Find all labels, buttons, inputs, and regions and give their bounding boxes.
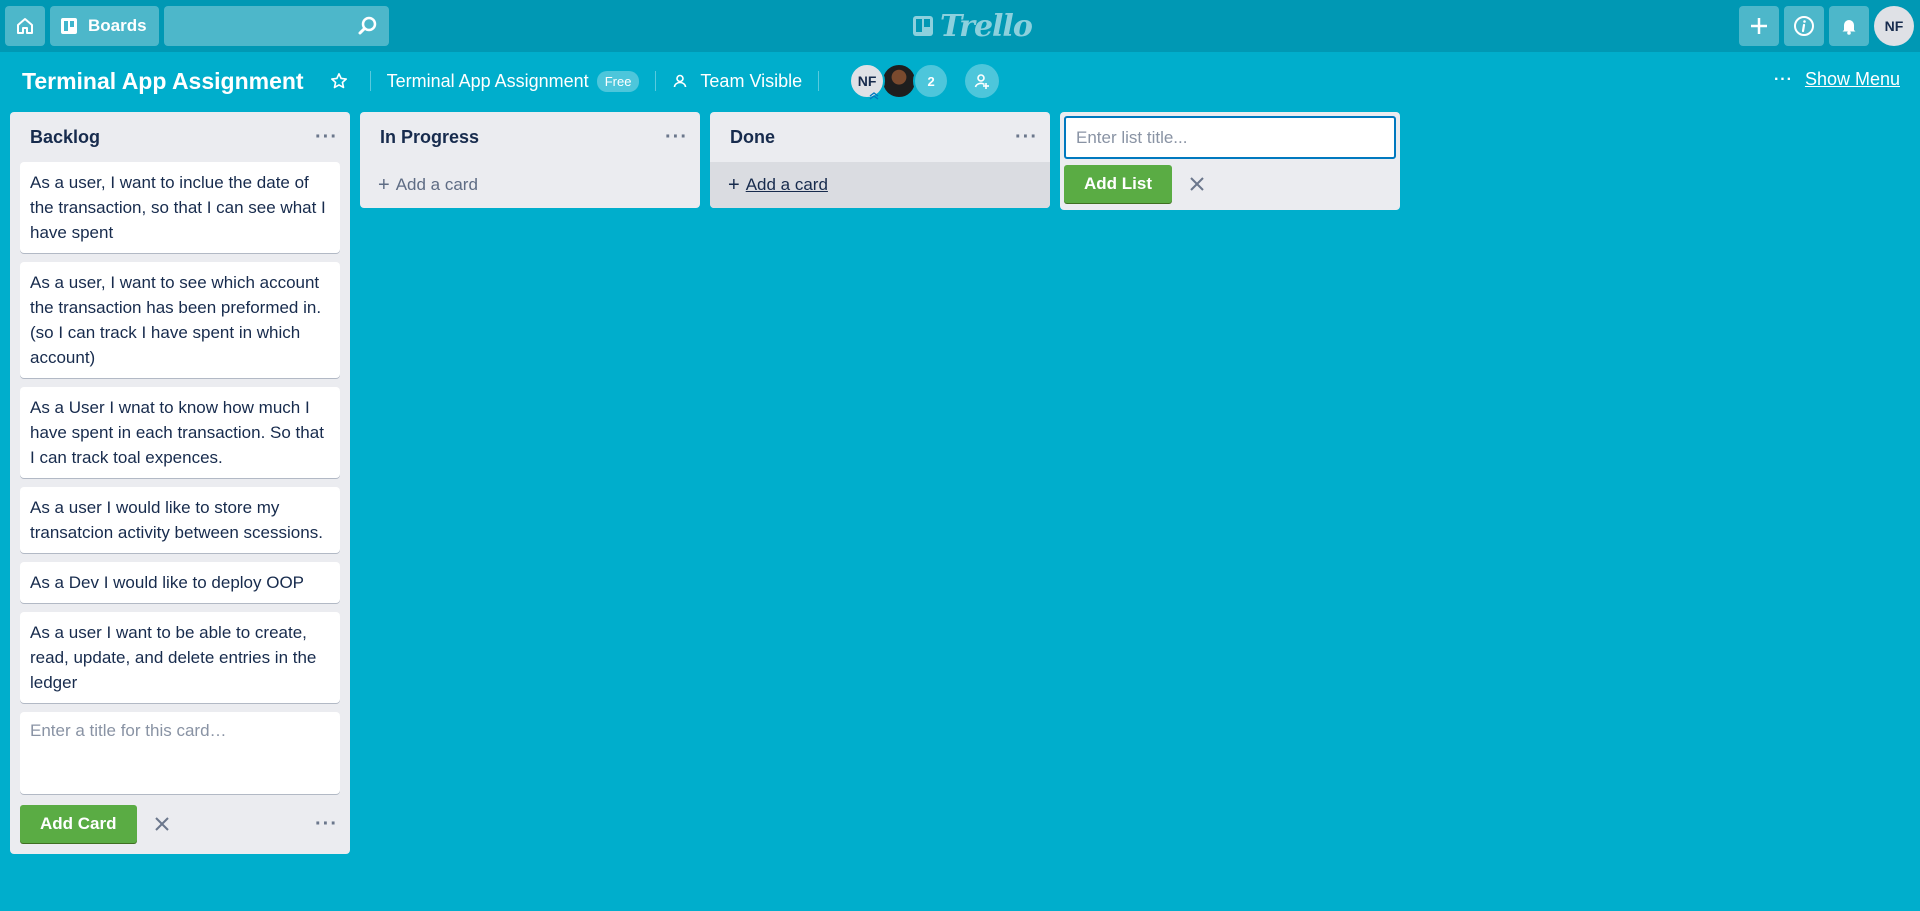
card[interactable]: As a user, I want to see which account t…: [20, 262, 340, 378]
boards-label: Boards: [88, 16, 147, 35]
header-divider: [818, 71, 820, 91]
add-person-icon: [974, 74, 990, 89]
header-divider: [655, 71, 657, 91]
search-input[interactable]: [163, 6, 389, 46]
member-initials: NF: [857, 73, 877, 89]
list-title[interactable]: In Progress: [380, 127, 479, 148]
search-icon[interactable]: [357, 15, 379, 37]
top-nav: Boards Trello NF: [0, 0, 1920, 52]
show-menu-button[interactable]: ··· Show Menu: [1774, 69, 1900, 90]
add-card-link[interactable]: + Add a card: [710, 162, 1050, 208]
card[interactable]: As a user I would like to store my trans…: [20, 487, 340, 553]
list-title[interactable]: Backlog: [30, 127, 100, 148]
card[interactable]: As a user, I want to inclue the date of …: [20, 162, 340, 253]
card[interactable]: As a user I want to be able to create, r…: [20, 612, 340, 703]
board-title[interactable]: Terminal App Assignment: [22, 68, 304, 95]
close-icon[interactable]: [153, 815, 171, 833]
add-list-button[interactable]: Add List: [1064, 165, 1172, 203]
add-list-panel: Add List: [1060, 112, 1400, 210]
card[interactable]: As a User I wnat to know how much I have…: [20, 387, 340, 478]
plus-icon: [1751, 18, 1767, 34]
add-card-link[interactable]: + Add a card: [360, 162, 700, 208]
team-name[interactable]: Terminal App Assignment: [387, 71, 589, 92]
list-done: Done ··· + Add a card: [710, 112, 1050, 208]
nav-right: NF: [1739, 6, 1914, 46]
list-header: In Progress ···: [360, 112, 700, 162]
list-menu-icon[interactable]: ···: [315, 127, 338, 147]
board-members: NF 2: [849, 63, 950, 100]
create-button[interactable]: [1739, 6, 1779, 46]
home-button[interactable]: [5, 6, 45, 46]
card-title-input[interactable]: [20, 712, 340, 794]
list-menu-icon[interactable]: ···: [665, 127, 688, 147]
invite-member-button[interactable]: [965, 64, 1000, 98]
list-header: Backlog ···: [10, 112, 350, 162]
member-avatar-nf[interactable]: NF: [849, 63, 886, 100]
more-icon: ···: [1773, 70, 1793, 88]
list-menu-icon[interactable]: ···: [1015, 127, 1038, 147]
list-in-progress: In Progress ··· + Add a card: [360, 112, 700, 208]
bell-icon: [1842, 20, 1856, 35]
show-menu-label: Show Menu: [1804, 69, 1900, 89]
admin-chevron-icon: [869, 92, 879, 100]
plus-icon: +: [378, 174, 390, 196]
add-card-label: Add a card: [745, 175, 828, 194]
search-box[interactable]: [163, 6, 389, 46]
composer-controls: Add Card ···: [10, 804, 350, 854]
composer-options-icon[interactable]: ···: [315, 814, 338, 834]
visibility-button[interactable]: Team Visible: [700, 71, 802, 92]
plan-badge: Free: [596, 70, 640, 92]
add-card-label: Add a card: [395, 175, 478, 194]
list-backlog: Backlog ··· As a user, I want to inclue …: [10, 112, 350, 854]
info-icon: [1794, 16, 1814, 36]
list-title[interactable]: Done: [730, 127, 775, 148]
boards-icon: [61, 18, 77, 34]
card-composer: [20, 712, 340, 794]
close-icon[interactable]: [1188, 175, 1206, 193]
notifications-button[interactable]: [1829, 6, 1869, 46]
trello-logo-icon: [913, 16, 933, 36]
plus-icon: +: [728, 174, 740, 196]
member-avatar-photo[interactable]: [881, 63, 918, 99]
board-header: Terminal App Assignment Terminal App Ass…: [0, 52, 1920, 110]
user-avatar[interactable]: NF: [1874, 6, 1914, 46]
list-title-input[interactable]: [1064, 116, 1396, 159]
star-icon[interactable]: [330, 72, 348, 90]
member-count: 2: [927, 73, 935, 89]
add-list-controls: Add List: [1064, 165, 1396, 203]
logo-text: Trello: [940, 8, 1033, 44]
header-divider: [369, 71, 371, 91]
info-button[interactable]: [1784, 6, 1824, 46]
boards-button[interactable]: Boards: [50, 6, 159, 46]
member-count-badge[interactable]: 2: [913, 63, 950, 99]
trello-logo[interactable]: Trello: [912, 8, 1033, 44]
card[interactable]: As a Dev I would like to deploy OOP: [20, 562, 340, 603]
team-visible-icon: [674, 74, 687, 88]
list-header: Done ···: [710, 112, 1050, 162]
add-card-button[interactable]: Add Card: [20, 805, 137, 843]
user-initials: NF: [1884, 18, 1904, 34]
home-icon: [17, 18, 33, 34]
